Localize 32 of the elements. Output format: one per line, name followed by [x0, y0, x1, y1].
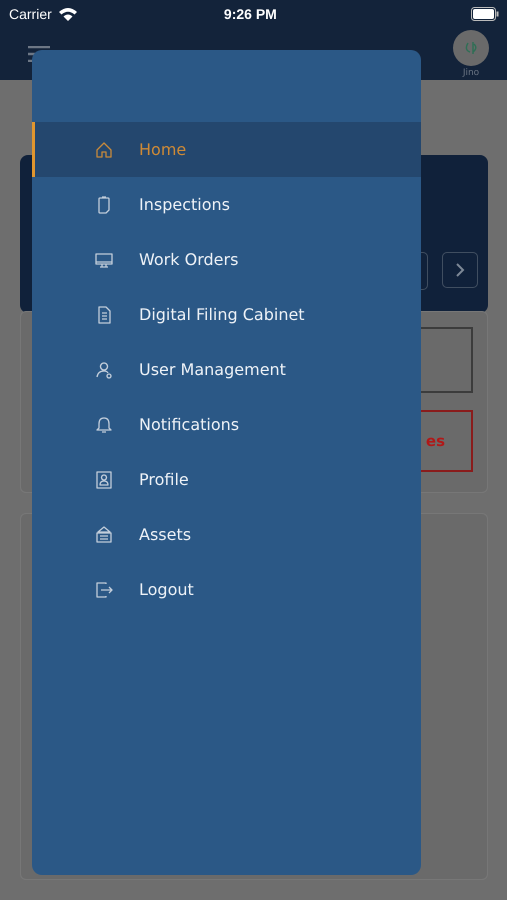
menu-item[interactable]: Logout — [32, 562, 421, 617]
carrier-name: Carrier — [9, 6, 52, 22]
menu-label: Digital Filing Cabinet — [139, 305, 305, 324]
menu-item[interactable]: Digital Filing Cabinet — [32, 287, 421, 342]
avatar[interactable] — [453, 30, 489, 66]
menu-label: Work Orders — [139, 250, 238, 269]
menu-item[interactable]: User Management — [32, 342, 421, 397]
chevron-right-icon — [455, 263, 465, 277]
menu-label: Logout — [139, 580, 194, 599]
menu-item[interactable]: Notifications — [32, 397, 421, 452]
menu-item[interactable]: Work Orders — [32, 232, 421, 287]
status-time: 9:26 PM — [224, 6, 278, 22]
home-icon — [94, 140, 114, 160]
user-icon — [94, 360, 114, 380]
profile-card-icon — [94, 470, 114, 490]
menu-label: Notifications — [139, 415, 240, 434]
logout-icon — [94, 580, 114, 600]
menu-label: User Management — [139, 360, 286, 379]
menu-item[interactable]: Inspections — [32, 177, 421, 232]
menu-item[interactable]: Profile — [32, 452, 421, 507]
wifi-icon — [58, 7, 78, 21]
menu-label: Inspections — [139, 195, 230, 214]
battery-icon — [470, 7, 499, 21]
bell-icon — [94, 414, 114, 434]
menu-label: Home — [139, 140, 186, 159]
next-button[interactable] — [442, 252, 478, 288]
menu-item[interactable]: Assets — [32, 507, 421, 562]
menu-label: Profile — [139, 470, 189, 489]
sign-icon — [94, 524, 114, 544]
menu-item[interactable]: Home — [32, 122, 421, 177]
user-name: Jino — [462, 68, 480, 78]
menu-label: Assets — [139, 525, 192, 544]
